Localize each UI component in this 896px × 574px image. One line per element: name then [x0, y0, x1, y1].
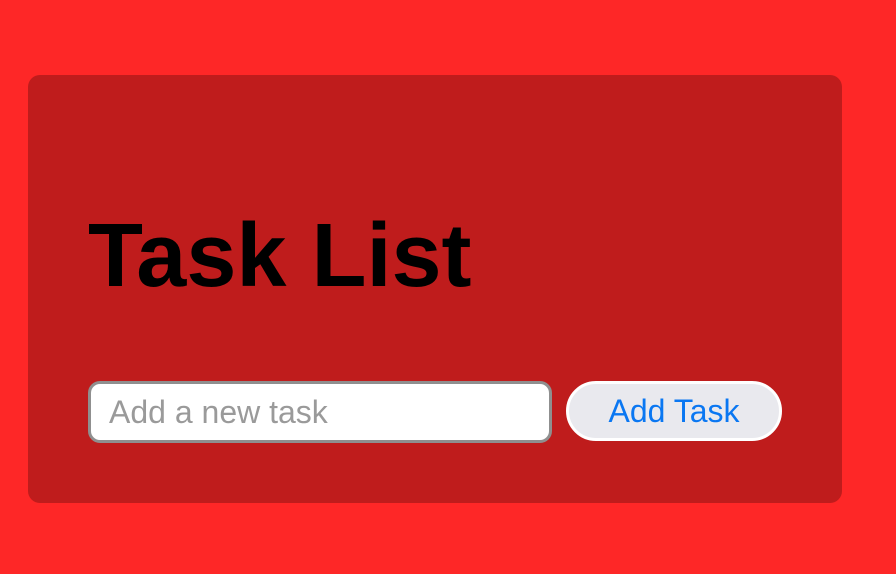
- page-title: Task List: [88, 206, 472, 306]
- task-list-card: Task List Add Task: [28, 75, 842, 503]
- add-task-button[interactable]: Add Task: [566, 381, 782, 441]
- new-task-input[interactable]: [88, 381, 552, 443]
- page-background: Task List Add Task: [0, 0, 896, 574]
